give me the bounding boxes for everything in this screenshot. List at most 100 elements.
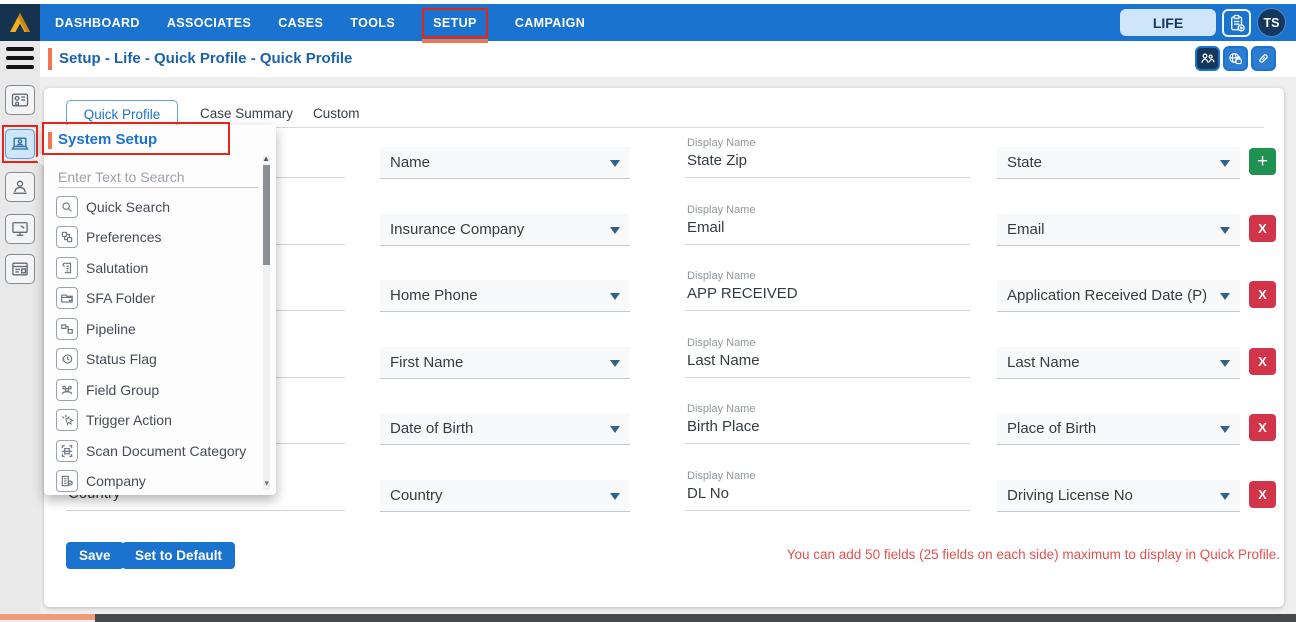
system-setup-menu: System Setup ▲ ▾ Quick Search Preference… (44, 125, 276, 495)
scroll-up-icon[interactable]: ▲ (262, 155, 270, 163)
menu-item-quick-search[interactable]: Quick Search (56, 194, 170, 220)
left-field-select[interactable]: Date of Birth (380, 413, 630, 445)
menu-item-sfa-folder[interactable]: SFA Folder (56, 285, 155, 311)
nav-item-setup[interactable]: SETUP (433, 16, 477, 30)
add-case-button[interactable] (1222, 9, 1251, 37)
menu-item-company[interactable]: Company (56, 468, 146, 494)
laptop-person-icon (10, 134, 30, 154)
tab-case-summary[interactable]: Case Summary (200, 106, 293, 121)
right-field-select[interactable]: State (997, 147, 1240, 179)
bottom-scrollbar-left (0, 614, 95, 620)
set-to-default-button[interactable]: Set to Default (122, 542, 235, 569)
chevron-down-icon (1220, 227, 1230, 234)
display-name-value: Last Name (685, 352, 970, 369)
sidebar-item-desktop-setup[interactable] (5, 214, 35, 244)
left-field-select[interactable]: Country (380, 480, 630, 512)
chevron-down-icon (610, 293, 620, 300)
select-value: Insurance Company (390, 221, 524, 238)
display-name-label: Display Name (685, 270, 970, 283)
chevron-down-icon (610, 493, 620, 500)
link-button[interactable] (1251, 46, 1276, 71)
display-name-value: DL No (685, 485, 970, 502)
select-value: Country (390, 487, 443, 504)
right-display-name-input[interactable]: Display Name Email (685, 204, 970, 245)
menu-item-status-flag[interactable]: Status Flag (56, 346, 157, 372)
breadcrumb-toolbar (1195, 46, 1276, 71)
life-module-button[interactable]: LIFE (1120, 9, 1216, 36)
remove-field-button[interactable]: X (1249, 414, 1276, 441)
select-value: Email (1007, 221, 1045, 238)
salutation-icon (56, 257, 78, 279)
nav-item-associates[interactable]: ASSOCIATES (167, 16, 251, 30)
menu-item-trigger-action[interactable]: Trigger Action (56, 407, 172, 433)
display-name-value: Email (685, 219, 970, 236)
menu-item-preferences[interactable]: Preferences (56, 224, 161, 250)
remove-field-button[interactable]: X (1249, 215, 1276, 242)
menu-item-label: Salutation (86, 260, 148, 276)
sidebar-item-associate-setup[interactable] (5, 172, 35, 202)
user-avatar[interactable]: TS (1257, 8, 1286, 37)
menu-search-input[interactable] (58, 166, 258, 188)
contact-card-icon (10, 90, 30, 110)
global-settings-button[interactable] (1223, 46, 1248, 71)
right-field-select[interactable]: Email (997, 214, 1240, 246)
field-group-icon (56, 379, 78, 401)
sidebar-item-page-setup[interactable] (5, 254, 35, 284)
menu-item-pipeline[interactable]: Pipeline (56, 316, 136, 342)
bottom-scrollbar[interactable] (95, 614, 1296, 622)
right-display-name-input[interactable]: Display Name DL No (685, 470, 970, 511)
right-field-select[interactable]: Last Name (997, 347, 1240, 379)
display-name-label: Display Name (685, 204, 970, 217)
display-name-label: Display Name (685, 403, 970, 416)
app-logo[interactable] (0, 4, 40, 41)
display-name-value: State Zip (685, 152, 970, 169)
right-display-name-input[interactable]: Display Name State Zip (685, 137, 970, 178)
right-display-name-input[interactable]: Display Name Last Name (685, 337, 970, 378)
save-button[interactable]: Save (66, 542, 124, 569)
select-value: Last Name (1007, 354, 1080, 371)
logo-a-icon (7, 10, 33, 36)
right-field-select[interactable]: Place of Birth (997, 413, 1240, 445)
select-value: Application Received Date (P) (1007, 287, 1207, 304)
chevron-down-icon (1220, 493, 1230, 500)
menu-item-label: Field Group (86, 382, 159, 398)
menu-item-field-group[interactable]: Field Group (56, 377, 159, 403)
sidebar-item-system-setup[interactable] (5, 129, 35, 159)
right-field-select[interactable]: Driving License No (997, 480, 1240, 512)
chevron-down-icon (1220, 293, 1230, 300)
hamburger-menu-button[interactable] (6, 47, 34, 74)
chevron-down-icon (610, 360, 620, 367)
left-field-select[interactable]: Home Phone (380, 280, 630, 312)
left-sidebar (0, 41, 40, 615)
menu-item-label: Trigger Action (86, 412, 172, 428)
scroll-down-icon[interactable]: ▾ (264, 479, 269, 488)
select-value: Name (390, 154, 430, 171)
left-field-select[interactable]: Name (380, 147, 630, 179)
associates-view-button[interactable] (1195, 46, 1220, 71)
menu-item-salutation[interactable]: Salutation (56, 255, 148, 281)
menu-item-scan-document-category[interactable]: Scan Document Category (56, 438, 246, 464)
left-field-select[interactable]: Insurance Company (380, 214, 630, 246)
left-field-select[interactable]: First Name (380, 347, 630, 379)
sidebar-item-contacts[interactable] (5, 85, 35, 115)
nav-item-campaign[interactable]: CAMPAIGN (515, 16, 585, 30)
clipboard-add-icon (1228, 14, 1246, 32)
nav-item-setup-annotation: SETUP (422, 8, 488, 38)
monitor-icon (10, 219, 30, 239)
pipeline-icon (56, 318, 78, 340)
add-field-button[interactable]: + (1249, 148, 1276, 175)
sfa-folder-icon (56, 287, 78, 309)
select-value: Place of Birth (1007, 420, 1096, 437)
remove-field-button[interactable]: X (1249, 481, 1276, 508)
nav-item-dashboard[interactable]: DASHBOARD (55, 16, 140, 30)
nav-item-tools[interactable]: TOOLS (350, 16, 395, 30)
tab-custom[interactable]: Custom (313, 106, 360, 121)
remove-field-button[interactable]: X (1249, 348, 1276, 375)
nav-item-cases[interactable]: CASES (278, 16, 323, 30)
remove-field-button[interactable]: X (1249, 281, 1276, 308)
right-field-select[interactable]: Application Received Date (P) (997, 280, 1240, 312)
chevron-down-icon (1220, 360, 1230, 367)
right-display-name-input[interactable]: Display Name APP RECEIVED (685, 270, 970, 311)
menu-scrollbar-thumb[interactable] (263, 165, 270, 265)
right-display-name-input[interactable]: Display Name Birth Place (685, 403, 970, 444)
